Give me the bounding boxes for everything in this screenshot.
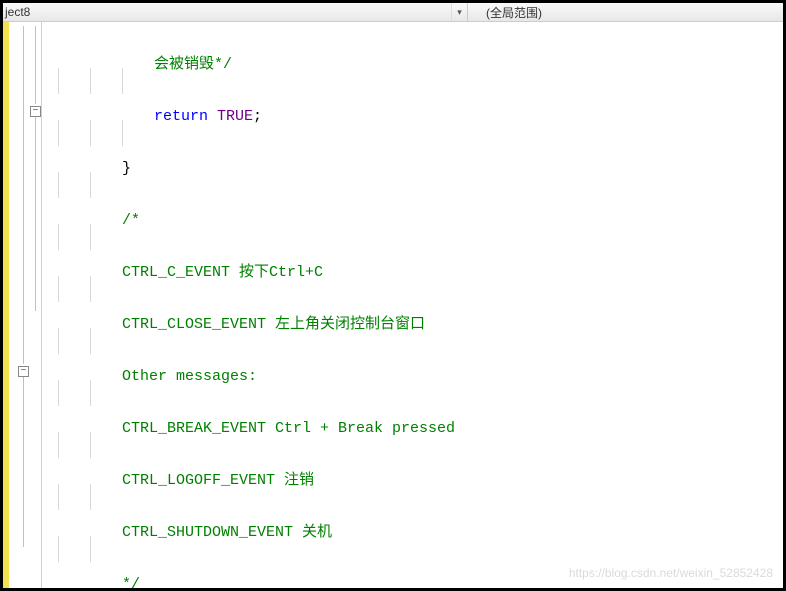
- comment-line: CTRL_C_EVENT 按下Ctrl+C: [122, 264, 323, 281]
- scope-right-label: (全局范围): [486, 4, 542, 21]
- comment-line: CTRL_BREAK_EVENT Ctrl + Break pressed: [122, 420, 455, 437]
- code-editor[interactable]: − − 会被销毁*/ return TRUE; } /* CTRL_C_EVEN…: [3, 22, 783, 588]
- comment-close: */: [122, 576, 140, 588]
- chevron-down-icon[interactable]: ▾: [451, 3, 467, 21]
- comment-open: /*: [122, 212, 140, 229]
- comment-text: 会被销毁*/: [154, 56, 232, 73]
- watermark-text: https://blog.csdn.net/weixin_52852428: [569, 566, 773, 580]
- code-content[interactable]: 会被销毁*/ return TRUE; } /* CTRL_C_EVENT 按下…: [42, 22, 783, 588]
- comment-line: CTRL_LOGOFF_EVENT 注销: [122, 472, 314, 489]
- macro-true: TRUE: [217, 108, 253, 125]
- scope-left-label: ject8: [5, 5, 30, 19]
- fold-toggle-icon[interactable]: −: [30, 106, 41, 117]
- fold-toggle-icon[interactable]: −: [18, 366, 29, 377]
- brace-close: }: [122, 160, 131, 177]
- toolbar: ject8 ▾ (全局范围): [3, 3, 783, 22]
- gutter: − −: [9, 22, 42, 588]
- keyword-return: return: [154, 108, 208, 125]
- comment-line: CTRL_CLOSE_EVENT 左上角关闭控制台窗口: [122, 316, 425, 333]
- comment-line: Other messages:: [122, 368, 257, 385]
- comment-line: CTRL_SHUTDOWN_EVENT 关机: [122, 524, 332, 541]
- scope-dropdown-left[interactable]: ject8 ▾: [3, 3, 468, 21]
- scope-dropdown-right[interactable]: (全局范围): [468, 4, 783, 21]
